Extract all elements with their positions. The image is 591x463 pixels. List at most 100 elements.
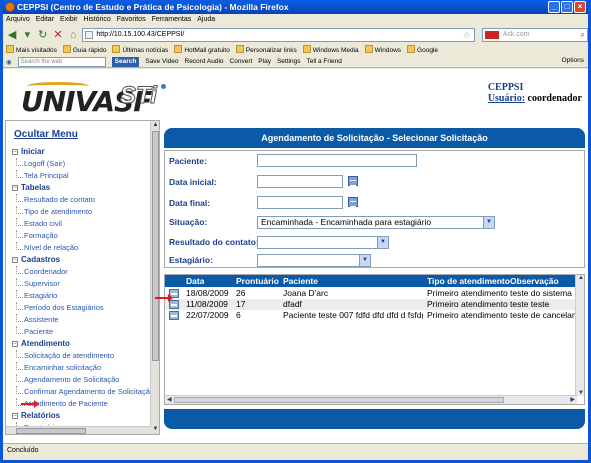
menu-item-paciente[interactable]: Paciente [16, 326, 152, 338]
collapse-icon[interactable]: − [12, 413, 18, 419]
grid-horizontal-scrollbar[interactable]: ◀ ▶ [165, 395, 577, 404]
sidebar-hscroll-thumb[interactable] [16, 428, 86, 434]
maximize-button[interactable]: □ [561, 1, 573, 13]
table-row[interactable]: 18/08/2009 26 Joana D'arc Primeiro atend… [165, 288, 577, 299]
menu-item-confirmar-agendamento[interactable]: Confirmar Agendamento de Solicitação [16, 386, 154, 398]
select-row-icon[interactable] [169, 311, 179, 320]
sidebar-vertical-scrollbar[interactable]: ▲ ▼ [150, 121, 159, 434]
table-row[interactable]: 11/08/2009 17 dfadf Primeiro atendimento… [165, 299, 577, 310]
options-button[interactable]: Options [562, 57, 584, 64]
table-row[interactable]: 22/07/2009 6 Paciente teste 007 fdfd dfd… [165, 310, 577, 321]
menu-item-tipo-atendimento[interactable]: Tipo de atendimento [16, 206, 152, 218]
scroll-right-icon[interactable]: ▶ [570, 396, 575, 403]
menu-item-atendimento-paciente[interactable]: Atendimento de Paciente [16, 398, 152, 410]
menu-ajuda[interactable]: Ajuda [197, 14, 215, 25]
tell-a-friend-button[interactable]: Tell a Friend [306, 58, 341, 65]
col-observacao-header[interactable]: Observação [510, 275, 559, 287]
menu-group-relatorios[interactable]: − Relatórios [12, 410, 152, 422]
menu-item-periodo-estagiarios[interactable]: Período dos Estagiários [16, 302, 152, 314]
menu-item-agendamento-solicitacao[interactable]: Agendamento de Solicitação [16, 374, 152, 386]
convert-button[interactable]: Convert [230, 58, 253, 65]
web-search-button[interactable]: Search [111, 56, 140, 67]
bookmark-guia-rapido[interactable]: Guia rápido [63, 45, 107, 56]
menu-item-resultado-contato[interactable]: Resultado de contato [16, 194, 152, 206]
bookmark-hotmail[interactable]: HotMail gratuito [174, 45, 230, 56]
col-tipo-atendimento-header[interactable]: Tipo de atendimento [427, 275, 510, 287]
collapse-icon[interactable]: − [12, 185, 18, 191]
menu-item-estagiario[interactable]: Estagiário [16, 290, 152, 302]
play-button[interactable]: Play [258, 58, 271, 65]
scroll-down-icon[interactable]: ▼ [151, 425, 159, 434]
web-search-input[interactable]: Search the web [17, 56, 106, 67]
menu-editar[interactable]: Editar [36, 14, 54, 25]
menu-group-iniciar[interactable]: − Iniciar [12, 146, 152, 158]
sidebar-horizontal-scrollbar[interactable] [6, 426, 152, 434]
close-button[interactable]: × [574, 1, 586, 13]
resultado-contato-select[interactable]: ▼ [257, 236, 389, 249]
data-final-input[interactable] [257, 196, 343, 209]
col-data-header[interactable]: Data [186, 275, 204, 287]
scroll-up-icon[interactable]: ▲ [578, 275, 584, 281]
grid-vertical-scrollbar[interactable]: ▲ ▼ [575, 275, 584, 396]
bookmark-windows[interactable]: Windows [365, 45, 401, 56]
menu-favoritos[interactable]: Favoritos [117, 14, 146, 25]
reload-button[interactable]: ↻ [37, 28, 49, 42]
hide-menu-link[interactable]: Ocultar Menu [14, 129, 152, 140]
record-audio-button[interactable]: Record Audio [185, 58, 224, 65]
menu-item-encaminhar-solicitacao[interactable]: Encaminhar solicitação [16, 362, 152, 374]
address-bar[interactable]: http://10.15.100.43/CEPPSI/ ☆ [82, 28, 475, 42]
minimize-button[interactable]: _ [548, 1, 560, 13]
menu-item-estado-civil[interactable]: Estado civil [16, 218, 152, 230]
user-label[interactable]: Usuário: [488, 93, 525, 104]
forward-dropdown-button[interactable]: ▾ [21, 28, 33, 42]
bookmark-personalizar-links[interactable]: Personalizar links [236, 45, 297, 56]
menu-item-tela-principal[interactable]: Tela Principal [16, 170, 152, 182]
bookmark-windows-media[interactable]: Windows Media [303, 45, 359, 56]
grid-hscroll-thumb[interactable] [174, 397, 504, 403]
bookmark-google[interactable]: Google [407, 45, 438, 56]
calendar-icon[interactable] [348, 197, 358, 207]
sidebar-scroll-thumb[interactable] [152, 131, 159, 361]
search-icon[interactable]: ⌕ [580, 29, 584, 41]
scroll-down-icon[interactable]: ▼ [578, 390, 584, 396]
browser-search-input[interactable]: Ask.com ⌕ [481, 28, 588, 42]
search-engine-icon[interactable] [484, 31, 499, 39]
paciente-input[interactable] [257, 154, 417, 167]
menu-arquivo[interactable]: Arquivo [6, 14, 30, 25]
menu-historico[interactable]: Histórico [84, 14, 111, 25]
estagiario-select[interactable]: ▼ [257, 254, 371, 267]
chevron-down-icon[interactable]: ▼ [377, 237, 388, 248]
settings-button[interactable]: Settings [277, 58, 301, 65]
col-paciente-header[interactable]: Paciente [283, 275, 318, 287]
col-prontuario-header[interactable]: Prontuário [236, 275, 279, 287]
chevron-down-icon[interactable]: ▼ [359, 255, 370, 266]
menu-group-cadastros[interactable]: − Cadastros [12, 254, 152, 266]
data-inicial-input[interactable] [257, 175, 343, 188]
stop-button[interactable]: ✕ [52, 28, 64, 42]
chevron-down-icon[interactable]: ▼ [483, 217, 494, 228]
bookmark-star-icon[interactable]: ☆ [463, 29, 471, 41]
menu-group-atendimento[interactable]: − Atendimento [12, 338, 152, 350]
calendar-icon[interactable] [348, 176, 358, 186]
scroll-left-icon[interactable]: ◀ [167, 396, 172, 403]
menu-item-supervisor[interactable]: Supervisor [16, 278, 152, 290]
menu-ferramentas[interactable]: Ferramentas [152, 14, 192, 25]
menu-exibir[interactable]: Exibir [60, 14, 78, 25]
collapse-icon[interactable]: − [12, 341, 18, 347]
back-button[interactable]: ◀ [6, 28, 18, 42]
menu-item-formacao[interactable]: Formação [16, 230, 152, 242]
menu-item-logoff[interactable]: Logoff (Sair) [16, 158, 152, 170]
bookmark-mais-visitados[interactable]: Mais visitados [6, 45, 57, 56]
situacao-select[interactable]: Encaminhada - Encaminhada para estagiári… [257, 216, 495, 229]
menu-group-tabelas[interactable]: − Tabelas [12, 182, 152, 194]
save-video-button[interactable]: Save Video [145, 58, 178, 65]
menu-item-assistente[interactable]: Assistente [16, 314, 152, 326]
home-button[interactable]: ⌂ [67, 28, 79, 42]
collapse-icon[interactable]: − [12, 149, 18, 155]
menu-item-solicitacao-atendimento[interactable]: Solicitação de atendimento [16, 350, 152, 362]
bookmark-ultimas-noticias[interactable]: Últimas notícias [112, 45, 168, 56]
scroll-up-icon[interactable]: ▲ [151, 121, 159, 130]
menu-item-coordenador[interactable]: Coordenador [16, 266, 152, 278]
collapse-icon[interactable]: − [12, 257, 18, 263]
menu-item-nivel-relacao[interactable]: Nível de relação [16, 242, 152, 254]
